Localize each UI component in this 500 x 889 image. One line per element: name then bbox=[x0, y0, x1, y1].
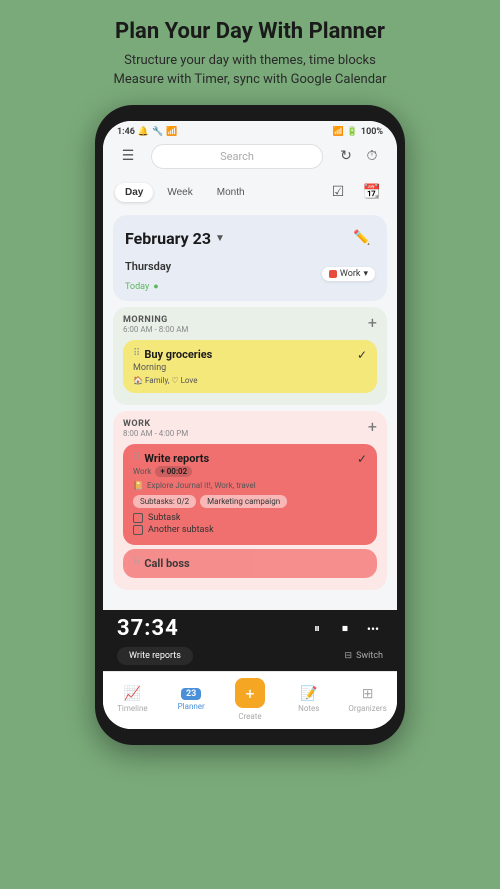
drag-icon: ⠿ bbox=[133, 348, 140, 359]
work-badge[interactable]: Work ▾ bbox=[322, 267, 375, 281]
checkbox-icon bbox=[133, 525, 143, 535]
content-area: February 23 ▼ ✏️ Thursday Today ● Work bbox=[103, 211, 397, 610]
task-label-button[interactable]: Write reports bbox=[117, 647, 193, 665]
subtask-pills: Subtasks: 0/2 Marketing campaign bbox=[133, 495, 367, 508]
phone-device: 1:46 🔔 🔧 📶 📶 🔋 100% ☰ Search ↻ ⏱ Day Wee… bbox=[95, 105, 405, 745]
date-header: February 23 ▼ ✏️ Thursday Today ● Work bbox=[113, 215, 387, 301]
status-right: 📶 🔋 100% bbox=[332, 127, 383, 137]
switch-button[interactable]: ⊟ Switch bbox=[345, 651, 383, 661]
planner-badge: 23 bbox=[181, 688, 201, 700]
subtask-count-pill: Subtasks: 0/2 bbox=[133, 495, 196, 508]
work-section: WORK 8:00 AM - 4:00 PM + ⠿ Write reports… bbox=[113, 411, 387, 590]
task-check-icon: ✓ bbox=[357, 452, 367, 466]
check-icon: ✓ bbox=[357, 348, 367, 362]
timeline-label: Timeline bbox=[117, 704, 148, 713]
nav-planner[interactable]: 23 Planner bbox=[169, 688, 214, 711]
day-row: Thursday Today ● Work ▾ bbox=[125, 255, 375, 293]
date-caret-icon: ▼ bbox=[215, 233, 225, 244]
subtask-2[interactable]: Another subtask bbox=[133, 525, 367, 535]
nav-notes[interactable]: 📝 Notes bbox=[286, 686, 331, 713]
morning-add-button[interactable]: + bbox=[368, 315, 377, 331]
status-time: 1:46 🔔 🔧 📶 bbox=[117, 127, 178, 137]
grocery-task-card[interactable]: ⠿ Buy groceries ✓ Morning 🏠 Family, ♡ Lo… bbox=[123, 340, 377, 393]
header-title: Plan Your Day With Planner bbox=[20, 18, 480, 47]
timer-badge: + 00:02 bbox=[155, 466, 192, 477]
call-boss-header: ⠿ Call boss bbox=[133, 557, 367, 570]
write-reports-header: ⠿ Write reports ✓ bbox=[133, 452, 367, 466]
tab-month[interactable]: Month bbox=[207, 183, 255, 202]
drag-icon: ⠿ bbox=[133, 557, 140, 568]
work-task-tags: 📔 Explore Journal it!, Work, travel bbox=[133, 481, 367, 490]
menu-icon[interactable]: ☰ bbox=[115, 143, 141, 169]
work-tags-row: Work + 00:02 bbox=[133, 466, 367, 477]
date-row: February 23 ▼ ✏️ bbox=[125, 225, 375, 251]
phone-screen: 1:46 🔔 🔧 📶 📶 🔋 100% ☰ Search ↻ ⏱ Day Wee… bbox=[103, 121, 397, 729]
marketing-pill: Marketing campaign bbox=[200, 495, 287, 508]
top-bar: ☰ Search ↻ ⏱ bbox=[103, 139, 397, 175]
today-label: Today bbox=[125, 282, 149, 292]
organizers-label: Organizers bbox=[348, 704, 386, 713]
nav-timeline[interactable]: 📈 Timeline bbox=[110, 686, 155, 713]
work-header: WORK 8:00 AM - 4:00 PM + bbox=[123, 419, 377, 438]
more-button[interactable]: ••• bbox=[363, 619, 383, 639]
timer-icon[interactable]: ⏱ bbox=[359, 143, 385, 169]
tab-day[interactable]: Day bbox=[115, 183, 153, 202]
timer-display: 37:34 bbox=[117, 616, 179, 641]
notes-icon: 📝 bbox=[300, 686, 317, 702]
date-title: February 23 ▼ bbox=[125, 229, 225, 248]
subtask-1[interactable]: Subtask bbox=[133, 513, 367, 523]
tab-right-icons: ☑ 📆 bbox=[325, 179, 385, 205]
calendar-icon[interactable]: 📆 bbox=[359, 179, 385, 205]
bottom-nav: 📈 Timeline 23 Planner + Create 📝 Notes ⊞… bbox=[103, 671, 397, 729]
morning-section: MORNING 6:00 AM - 8:00 AM + ⠿ Buy grocer… bbox=[113, 307, 387, 405]
status-bar: 1:46 🔔 🔧 📶 📶 🔋 100% bbox=[103, 121, 397, 139]
create-label: Create bbox=[238, 712, 261, 721]
nav-create[interactable]: + Create bbox=[227, 678, 272, 721]
call-boss-card[interactable]: ⠿ Call boss bbox=[123, 549, 377, 578]
timer-controls: ⏸ ⏹ ••• bbox=[307, 619, 383, 639]
grocery-tags: 🏠 Family, ♡ Love bbox=[133, 376, 367, 385]
pause-button[interactable]: ⏸ bbox=[307, 619, 327, 639]
notes-label: Notes bbox=[298, 704, 319, 713]
work-add-button[interactable]: + bbox=[368, 419, 377, 435]
refresh-icon[interactable]: ↻ bbox=[333, 143, 359, 169]
tab-week[interactable]: Week bbox=[157, 183, 202, 202]
app-header: Plan Your Day With Planner Structure you… bbox=[0, 0, 500, 100]
morning-header: MORNING 6:00 AM - 8:00 AM + bbox=[123, 315, 377, 334]
checkbox-icon bbox=[133, 513, 143, 523]
create-icon[interactable]: + bbox=[235, 678, 265, 708]
drag-icon: ⠿ bbox=[133, 452, 140, 463]
nav-organizers[interactable]: ⊞ Organizers bbox=[345, 686, 390, 713]
timeline-icon: 📈 bbox=[124, 686, 141, 702]
checklist-icon[interactable]: ☑ bbox=[325, 179, 351, 205]
search-input[interactable]: Search bbox=[151, 144, 323, 169]
edit-icon[interactable]: ✏️ bbox=[349, 225, 375, 251]
stop-button[interactable]: ⏹ bbox=[335, 619, 355, 639]
planner-label: Planner bbox=[178, 702, 205, 711]
timer-bar: 37:34 ⏸ ⏹ ••• bbox=[103, 610, 397, 647]
grocery-task-header: ⠿ Buy groceries ✓ bbox=[133, 348, 367, 362]
timer-sub-bar: Write reports ⊟ Switch bbox=[103, 647, 397, 671]
organizers-icon: ⊞ bbox=[362, 686, 374, 702]
tab-row: Day Week Month ☑ 📆 bbox=[103, 175, 397, 211]
write-reports-card[interactable]: ⠿ Write reports ✓ Work + 00:02 📔 Explore… bbox=[123, 444, 377, 545]
header-subtitle: Structure your day with themes, time blo… bbox=[20, 51, 480, 90]
work-dot-icon bbox=[329, 270, 337, 278]
